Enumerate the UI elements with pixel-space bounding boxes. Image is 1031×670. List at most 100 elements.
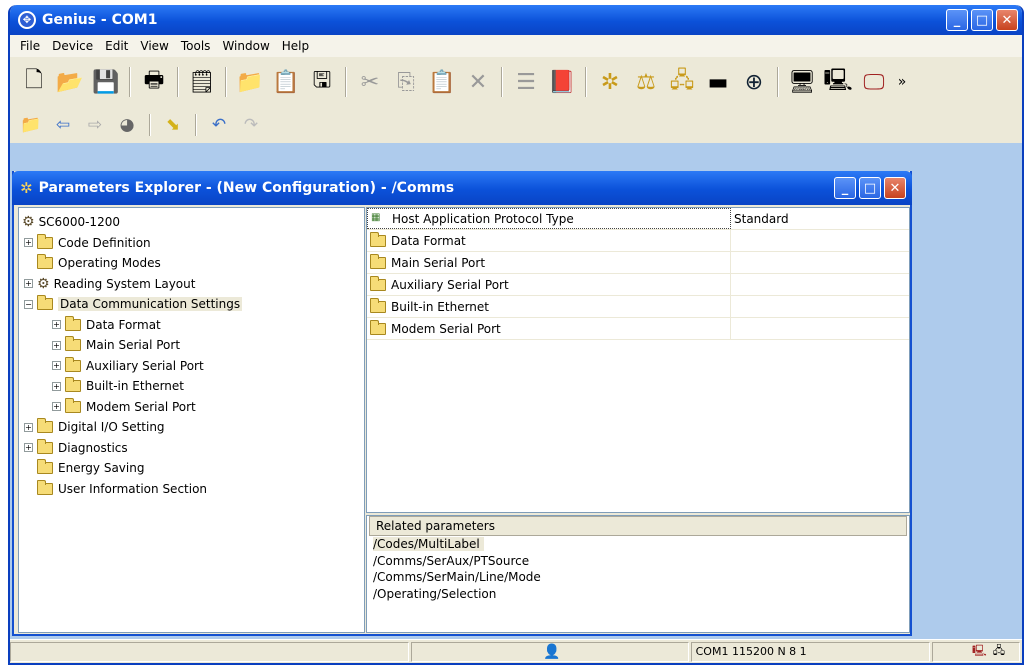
copy-config-icon[interactable]: 📋 bbox=[270, 66, 302, 98]
app-icon: ✥ bbox=[18, 11, 36, 29]
device-icon[interactable]: 🖧 bbox=[666, 66, 698, 98]
tree-item-operating-modes[interactable]: Operating Modes bbox=[19, 253, 364, 274]
expand-icon[interactable]: + bbox=[24, 238, 33, 248]
folder-icon bbox=[370, 297, 386, 313]
book-icon[interactable]: 📕 bbox=[546, 66, 578, 98]
tree-item-digital-io-setting[interactable]: + Digital I/O Setting bbox=[19, 417, 364, 438]
expand-icon[interactable]: + bbox=[24, 443, 33, 453]
parameter-tree: ⚙ SC6000-1200 + Code Definition Operating… bbox=[18, 207, 365, 633]
grid-row[interactable]: Built-in Ethernet bbox=[367, 296, 909, 318]
gear-icon: ✲ bbox=[20, 179, 33, 197]
expand-icon[interactable]: + bbox=[52, 361, 61, 371]
monitor-icon[interactable]: ▬ bbox=[702, 66, 734, 98]
grid-row[interactable]: Main Serial Port bbox=[367, 252, 909, 274]
disconnect-icon[interactable]: 🖵 bbox=[858, 66, 890, 98]
tree-item-reading-system-layout[interactable]: + ⚙ Reading System Layout bbox=[19, 274, 364, 295]
menu-help[interactable]: Help bbox=[276, 39, 315, 53]
child-maximize-button[interactable]: □ bbox=[859, 177, 881, 199]
delete-icon[interactable]: ✕ bbox=[462, 66, 494, 98]
copy-icon[interactable]: ⎘ bbox=[390, 66, 422, 98]
grid-row[interactable]: Data Format bbox=[367, 230, 909, 252]
tree-item-auxiliary-serial-port[interactable]: + Auxiliary Serial Port bbox=[19, 356, 364, 377]
network-icon[interactable]: ✲ bbox=[594, 66, 626, 98]
paste-icon[interactable]: 📋 bbox=[426, 66, 458, 98]
maximize-button[interactable]: □ bbox=[971, 9, 993, 31]
menu-file[interactable]: File bbox=[14, 39, 46, 53]
open-folder-icon bbox=[37, 295, 53, 311]
menu-tools[interactable]: Tools bbox=[175, 39, 217, 53]
related-link[interactable]: /Comms/SerAux/PTSource bbox=[367, 553, 909, 570]
window-title: Genius - COM1 bbox=[42, 12, 158, 28]
folder-icon bbox=[37, 254, 53, 270]
menu-device[interactable]: Device bbox=[46, 39, 99, 53]
back-arrow-icon[interactable]: ⇦ bbox=[50, 112, 76, 138]
collapse-icon[interactable]: − bbox=[24, 299, 33, 309]
status-bar: 👤 COM1 115200 N 8 1 🖳 🖧 bbox=[10, 639, 1022, 663]
goto-icon[interactable]: ⬊ bbox=[160, 112, 186, 138]
send-icon[interactable]: 🖥 bbox=[786, 66, 818, 98]
parameter-icon: ▦ bbox=[371, 211, 381, 223]
tree-item-main-serial-port[interactable]: + Main Serial Port bbox=[19, 335, 364, 356]
properties-icon[interactable]: 🗒 bbox=[186, 66, 218, 98]
cut-icon[interactable]: ✂ bbox=[354, 66, 386, 98]
folder-icon bbox=[65, 397, 81, 413]
balance-icon[interactable]: ⚖ bbox=[630, 66, 662, 98]
expand-icon[interactable]: + bbox=[52, 381, 61, 391]
grid-row[interactable]: Modem Serial Port bbox=[367, 318, 909, 340]
folder-icon bbox=[37, 418, 53, 434]
open-config-icon[interactable]: 📁 bbox=[234, 66, 266, 98]
list-icon[interactable]: ☰ bbox=[510, 66, 542, 98]
target-icon[interactable]: ⊕ bbox=[738, 66, 770, 98]
save-icon[interactable]: 💾 bbox=[90, 66, 122, 98]
expand-icon[interactable]: + bbox=[52, 320, 61, 330]
menu-view[interactable]: View bbox=[134, 39, 174, 53]
grid-value-cell[interactable]: Standard bbox=[731, 208, 909, 229]
receive-icon[interactable]: 🖳 bbox=[822, 66, 854, 98]
redo-icon[interactable]: ↷ bbox=[238, 112, 264, 138]
undo-icon[interactable]: ↶ bbox=[206, 112, 232, 138]
tree-item-user-information-section[interactable]: User Information Section bbox=[19, 479, 364, 500]
menu-edit[interactable]: Edit bbox=[99, 39, 134, 53]
related-parameters-panel: Related parameters /Codes/MultiLabel /Co… bbox=[366, 515, 910, 633]
grid-row[interactable]: Auxiliary Serial Port bbox=[367, 274, 909, 296]
folder-icon bbox=[370, 275, 386, 291]
toolbar-overflow-icon[interactable]: » bbox=[894, 66, 910, 98]
expand-icon[interactable]: + bbox=[52, 402, 61, 412]
expand-icon[interactable]: + bbox=[52, 340, 61, 350]
folder-icon bbox=[37, 233, 53, 249]
tree-item-energy-saving[interactable]: Energy Saving bbox=[19, 458, 364, 479]
related-link[interactable]: /Comms/SerMain/Line/Mode bbox=[367, 569, 909, 586]
child-minimize-button[interactable]: _ bbox=[834, 177, 856, 199]
new-icon[interactable]: 🗋 bbox=[18, 66, 50, 98]
globe-icon[interactable]: ◕ bbox=[114, 112, 140, 138]
folder-icon bbox=[37, 479, 53, 495]
open-folder-icon[interactable]: 📂 bbox=[54, 66, 86, 98]
folder-icon bbox=[65, 356, 81, 372]
save-config-icon[interactable]: 🖫 bbox=[306, 66, 338, 98]
print-icon[interactable]: 🖶 bbox=[138, 66, 170, 98]
folder-icon bbox=[37, 459, 53, 475]
tree-item-modem-serial-port[interactable]: + Modem Serial Port bbox=[19, 397, 364, 418]
up-folder-icon[interactable]: 📁 bbox=[18, 112, 44, 138]
tree-item-built-in-ethernet[interactable]: + Built-in Ethernet bbox=[19, 376, 364, 397]
status-panel bbox=[10, 641, 410, 662]
child-close-button[interactable]: ✕ bbox=[884, 177, 906, 199]
related-link[interactable]: /Codes/MultiLabel bbox=[367, 536, 909, 553]
tree-item-code-definition[interactable]: + Code Definition bbox=[19, 233, 364, 254]
tree-item-data-format[interactable]: + Data Format bbox=[19, 315, 364, 336]
tree-item-diagnostics[interactable]: + Diagnostics bbox=[19, 438, 364, 459]
expand-icon[interactable]: + bbox=[24, 279, 33, 289]
related-link[interactable]: /Operating/Selection bbox=[367, 586, 909, 603]
secondary-toolbar: 📁 ⇦ ⇨ ◕ ⬊ ↶ ↷ bbox=[10, 109, 1022, 141]
forward-arrow-icon[interactable]: ⇨ bbox=[82, 112, 108, 138]
grid-row[interactable]: ▦ Host Application Protocol Type Standard bbox=[367, 208, 909, 230]
minimize-button[interactable]: _ bbox=[946, 9, 968, 31]
tree-item-data-communication-settings[interactable]: − Data Communication Settings bbox=[19, 294, 364, 315]
user-icon: 👤 bbox=[543, 643, 561, 660]
folder-icon bbox=[370, 231, 386, 247]
close-button[interactable]: ✕ bbox=[996, 9, 1018, 31]
expand-icon[interactable]: + bbox=[24, 422, 33, 432]
menu-window[interactable]: Window bbox=[216, 39, 275, 53]
folder-icon bbox=[65, 336, 81, 352]
tree-root[interactable]: ⚙ SC6000-1200 bbox=[19, 212, 364, 233]
